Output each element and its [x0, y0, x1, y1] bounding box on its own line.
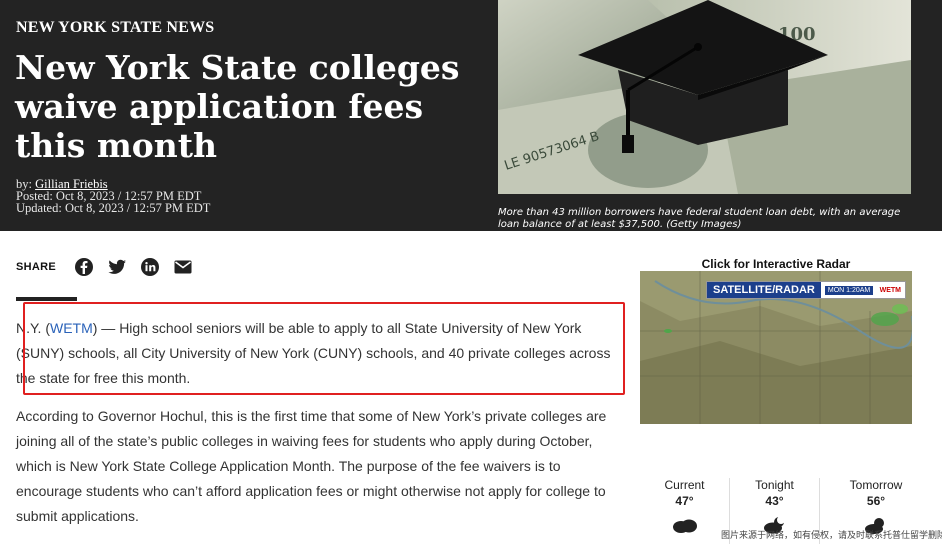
station-logo: WETM	[879, 286, 901, 294]
forecast-temp: 47°	[675, 494, 694, 508]
twitter-icon[interactable]	[107, 257, 127, 277]
forecast-temp: 43°	[765, 494, 784, 508]
highlight-annotation	[23, 302, 625, 395]
forecast-temp: 56°	[866, 494, 886, 508]
radar-title[interactable]: Click for Interactive Radar	[640, 257, 912, 271]
facebook-icon[interactable]	[74, 257, 94, 277]
forecast-label: Tomorrow	[849, 478, 903, 492]
share-icons	[74, 257, 193, 277]
updated-date: Updated: Oct 8, 2023 / 12:57 PM EDT	[16, 201, 211, 215]
radar-time: MON 1:20AM	[824, 285, 874, 295]
share-label: SHARE	[16, 261, 57, 273]
image-watermark: 图片来源于网络，如有侵权，请及时联系托普仕留学删除	[721, 531, 942, 541]
article-hero: NEW YORK STATE NEWS New York State colle…	[0, 0, 942, 231]
article-paragraph: According to Governor Hochul, this is th…	[16, 408, 607, 524]
forecast-label: Tonight	[755, 478, 794, 492]
forecast-current[interactable]: Current 47°	[640, 478, 730, 544]
linkedin-icon[interactable]	[140, 257, 160, 277]
section-kicker[interactable]: NEW YORK STATE NEWS	[16, 19, 214, 37]
article-headline: New York State colleges waive applicatio…	[15, 48, 460, 165]
radar-banner-label: SATELLITE/RADAR	[707, 282, 821, 298]
cloudy-icon	[671, 516, 699, 534]
share-divider	[16, 297, 77, 301]
photo-caption: More than 43 million borrowers have fede…	[498, 207, 901, 230]
byline: by: Gillian Friebis Posted: Oct 8, 2023 …	[16, 178, 211, 215]
forecast-label: Current	[664, 478, 705, 492]
hero-photo: LE 90573064 B 100	[498, 0, 911, 194]
radar-banner: SATELLITE/RADAR MON 1:20AM WETM	[706, 281, 906, 299]
email-icon[interactable]	[173, 257, 193, 277]
